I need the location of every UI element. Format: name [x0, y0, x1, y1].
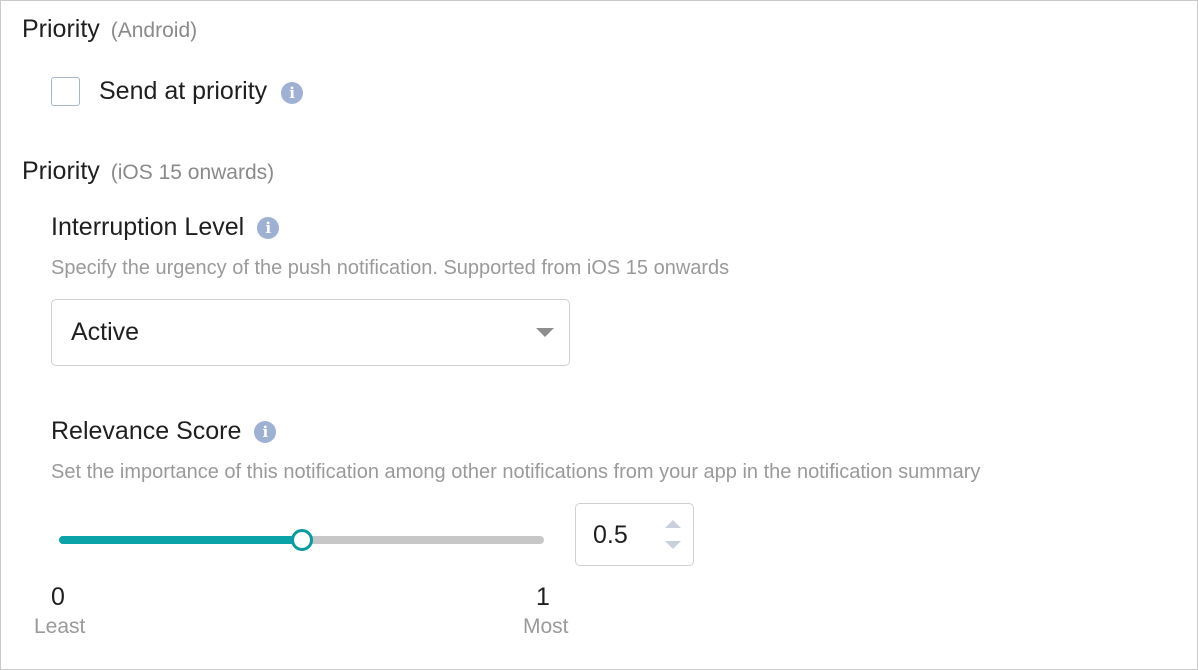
slider-thumb[interactable]	[290, 529, 313, 551]
relevance-score-slider[interactable]	[59, 528, 544, 552]
slider-max-caption: Most	[523, 615, 569, 638]
relevance-score-description: Set the importance of this notification …	[51, 461, 981, 483]
info-icon[interactable]: i	[281, 82, 304, 104]
ios-priority-title: Priority	[22, 157, 100, 185]
info-icon[interactable]: i	[257, 216, 280, 239]
interruption-level-select[interactable]: Active	[51, 299, 570, 366]
slider-max-value: 1	[536, 583, 550, 611]
relevance-score-title: Relevance Score	[51, 417, 242, 445]
slider-min-value: 0	[51, 583, 65, 611]
relevance-score-input[interactable]: 0.5	[575, 503, 694, 566]
slider-min-caption: Least	[34, 615, 86, 638]
slider-fill	[59, 536, 302, 544]
spin-up-icon[interactable]	[665, 520, 681, 528]
info-icon[interactable]: i	[254, 420, 277, 443]
ios-priority-subtitle: (iOS 15 onwards)	[110, 161, 275, 184]
notification-priority-panel: Priority (Android) Send at priority i Pr…	[0, 0, 1198, 670]
relevance-score-heading: Relevance Score i	[51, 417, 277, 446]
chevron-down-icon[interactable]	[536, 328, 554, 337]
send-at-priority-row[interactable]: Send at priority i	[51, 75, 304, 107]
relevance-score-value: 0.5	[593, 521, 628, 549]
interruption-level-title: Interruption Level	[51, 213, 245, 241]
interruption-level-selected-value: Active	[71, 318, 140, 346]
ios-priority-heading: Priority (iOS 15 onwards)	[22, 157, 274, 186]
send-at-priority-label[interactable]: Send at priority	[99, 77, 267, 106]
android-priority-title: Priority	[22, 15, 100, 43]
interruption-level-heading: Interruption Level i	[51, 213, 280, 242]
spin-down-icon[interactable]	[665, 541, 681, 549]
send-at-priority-checkbox[interactable]	[51, 76, 80, 106]
android-priority-subtitle: (Android)	[110, 19, 198, 42]
android-priority-heading: Priority (Android)	[22, 15, 197, 44]
interruption-level-description: Specify the urgency of the push notifica…	[51, 257, 730, 279]
